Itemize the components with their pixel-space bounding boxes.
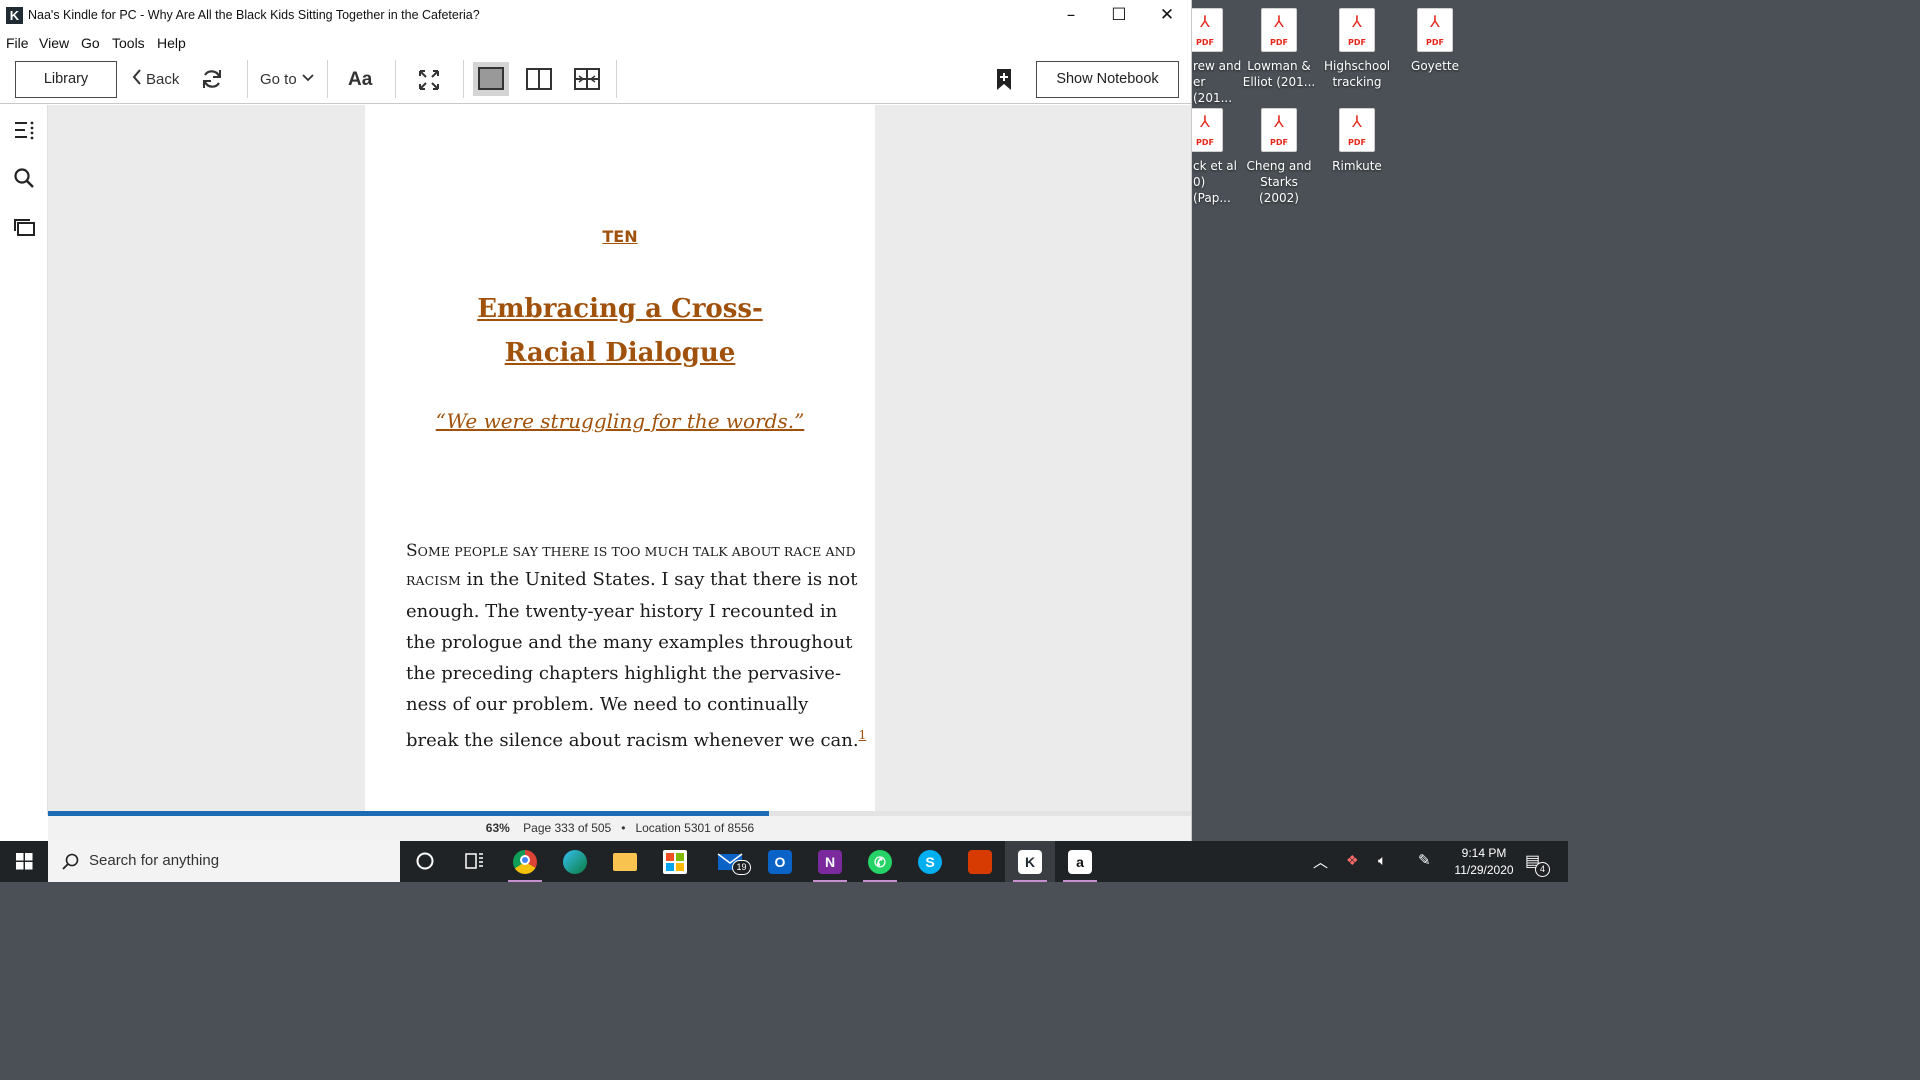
menu-view[interactable]: View: [39, 35, 69, 51]
pdf-file-icon: ⅄ PDF: [1187, 8, 1223, 52]
desktop-pdf-icon-3[interactable]: ⅄ PDF Highschool tracking: [1317, 8, 1397, 90]
minimize-button[interactable]: –: [1048, 0, 1094, 32]
back-button[interactable]: Back: [146, 71, 179, 88]
menu-go[interactable]: Go: [81, 35, 100, 51]
notification-count-badge: 4: [1535, 862, 1550, 877]
status-bar: 63% Page 333 of 505 • Location 5301 of 8…: [48, 816, 1191, 841]
toolbar: Library Back Go to Aa Show Notebook: [0, 54, 1191, 104]
taskbar-search-input[interactable]: Search for anything: [89, 852, 219, 869]
menu-file[interactable]: File: [6, 35, 29, 51]
body-line: the preceding chapters highlight the per…: [406, 663, 842, 684]
location-number: Location 5301 of 8556: [635, 821, 755, 835]
left-sidebar: [0, 105, 48, 815]
pdf-file-icon: ⅄ PDF: [1261, 8, 1297, 52]
body-line: ness of our problem. We need to continua…: [406, 694, 809, 715]
body-line: racism in the United States. I say that …: [406, 569, 858, 590]
menu-help[interactable]: Help: [157, 35, 186, 51]
toolbar-separator: [463, 60, 464, 98]
clock-time: 9:14 PM: [1461, 846, 1507, 860]
close-button[interactable]: ✕: [1144, 0, 1190, 32]
progress-percent: 63%: [485, 821, 510, 835]
file-explorer-icon[interactable]: [600, 841, 650, 882]
search-icon: [62, 853, 79, 870]
table-of-contents-icon[interactable]: [12, 118, 36, 142]
toolbar-separator: [616, 60, 617, 98]
search-icon[interactable]: [12, 166, 36, 190]
back-chevron-icon: [129, 67, 145, 89]
body-line: Some people say there is too much talk a…: [406, 541, 856, 561]
desktop-icon-label: Rimkute: [1332, 159, 1382, 173]
multi-page-view-icon[interactable]: [572, 66, 602, 92]
kindle-icon: K: [6, 7, 23, 24]
desktop-pdf-icon-6[interactable]: ⅄ PDF Cheng and Starks (2002): [1239, 108, 1319, 206]
chrome-icon[interactable]: [500, 841, 550, 882]
desktop-pdf-icon-7[interactable]: ⅄ PDF Rimkute: [1317, 108, 1397, 174]
body-paragraph: Some people say there is too much talk a…: [406, 539, 867, 756]
pdf-file-icon: ⅄ PDF: [1339, 108, 1375, 152]
library-button[interactable]: Library: [15, 61, 117, 98]
mail-badge: 19: [732, 860, 751, 875]
sync-icon[interactable]: [200, 67, 224, 91]
microsoft-store-icon[interactable]: [650, 841, 700, 882]
toolbar-separator: [395, 60, 396, 98]
show-hidden-icons-chevron-up-icon[interactable]: ︿: [1313, 851, 1328, 872]
volume-icon[interactable]: 🔈︎: [1378, 852, 1386, 869]
title-bar[interactable]: K Naa's Kindle for PC - Why Are All the …: [0, 0, 1191, 32]
fullscreen-icon[interactable]: [417, 68, 441, 92]
outlook-icon[interactable]: O: [755, 841, 805, 882]
task-view-icon[interactable]: [450, 841, 500, 882]
chevron-down-icon: [301, 71, 315, 85]
clock[interactable]: 9:14 PM 11/29/2020: [1448, 845, 1520, 879]
window-title: Naa's Kindle for PC - Why Are All the Bl…: [28, 8, 480, 22]
body-line: the prologue and the many examples throu…: [406, 632, 853, 653]
pen-workspace-icon[interactable]: ✎: [1418, 851, 1431, 869]
desktop-pdf-icon-4[interactable]: ⅄ PDF Goyette: [1395, 8, 1475, 74]
pdf-file-icon: ⅄ PDF: [1187, 108, 1223, 152]
chapter-number[interactable]: TEN: [365, 227, 875, 246]
desktop-icon-label: Goyette: [1411, 59, 1459, 73]
two-page-view-icon[interactable]: [524, 66, 554, 92]
clock-date: 11/29/2020: [1454, 863, 1514, 877]
menu-tools[interactable]: Tools: [112, 35, 145, 51]
cortana-icon[interactable]: [400, 841, 450, 882]
font-settings-button[interactable]: Aa: [348, 69, 372, 91]
pdf-file-icon: ⅄ PDF: [1417, 8, 1453, 52]
status-separator: •: [621, 821, 626, 835]
taskbar: Search for anything 19 O N ✆ S K a ︿ ❖ 🔈…: [0, 841, 1568, 882]
single-page-view-icon[interactable]: [473, 62, 509, 96]
show-notebook-button[interactable]: Show Notebook: [1036, 61, 1179, 98]
whatsapp-icon[interactable]: ✆: [855, 841, 905, 882]
edge-icon[interactable]: [550, 841, 600, 882]
goto-button[interactable]: Go to: [260, 71, 297, 88]
add-bookmark-icon[interactable]: [995, 68, 1013, 92]
chapter-epigraph[interactable]: “We were struggling for the words.”: [365, 409, 875, 433]
kindle-taskbar-icon[interactable]: K: [1005, 841, 1055, 882]
page-number: Page 333 of 505: [523, 821, 612, 835]
maximize-button[interactable]: ☐: [1096, 0, 1142, 32]
amazon-icon[interactable]: a: [1055, 841, 1105, 882]
chapter-title[interactable]: Embracing a Cross- Racial Dialogue: [365, 287, 875, 375]
desktop-pdf-icon-2[interactable]: ⅄ PDF Lowman & Elliot (201...: [1239, 8, 1319, 90]
onenote-icon[interactable]: N: [805, 841, 855, 882]
desktop-icon-label: Highschool tracking: [1323, 59, 1391, 89]
book-page: TEN Embracing a Cross- Racial Dialogue “…: [365, 105, 875, 811]
pdf-file-icon: ⅄ PDF: [1261, 108, 1297, 152]
windows-start-icon[interactable]: [0, 841, 48, 882]
office-icon[interactable]: [955, 841, 1005, 882]
desktop-icon-label: Lowman & Elliot (201...: [1242, 59, 1316, 89]
footnote-link[interactable]: 1: [859, 728, 867, 742]
menu-bar: File View Go Tools Help: [0, 32, 1191, 54]
kindle-window: K Naa's Kindle for PC - Why Are All the …: [0, 0, 1192, 841]
toolbar-separator: [327, 60, 328, 98]
body-line: break the silence about racism whenever …: [406, 728, 867, 751]
taskbar-search[interactable]: Search for anything: [48, 841, 400, 882]
skype-icon[interactable]: S: [905, 841, 955, 882]
body-line: enough. The twenty-year history I recoun…: [406, 601, 838, 622]
toolbar-separator: [247, 60, 248, 98]
desktop-icon-label: Cheng and Starks (2002): [1246, 159, 1312, 205]
mail-icon[interactable]: 19: [710, 841, 760, 882]
pdf-file-icon: ⅄ PDF: [1339, 8, 1375, 52]
dropbox-tray-icon[interactable]: ❖: [1346, 852, 1359, 869]
flashcards-icon[interactable]: [12, 215, 36, 239]
